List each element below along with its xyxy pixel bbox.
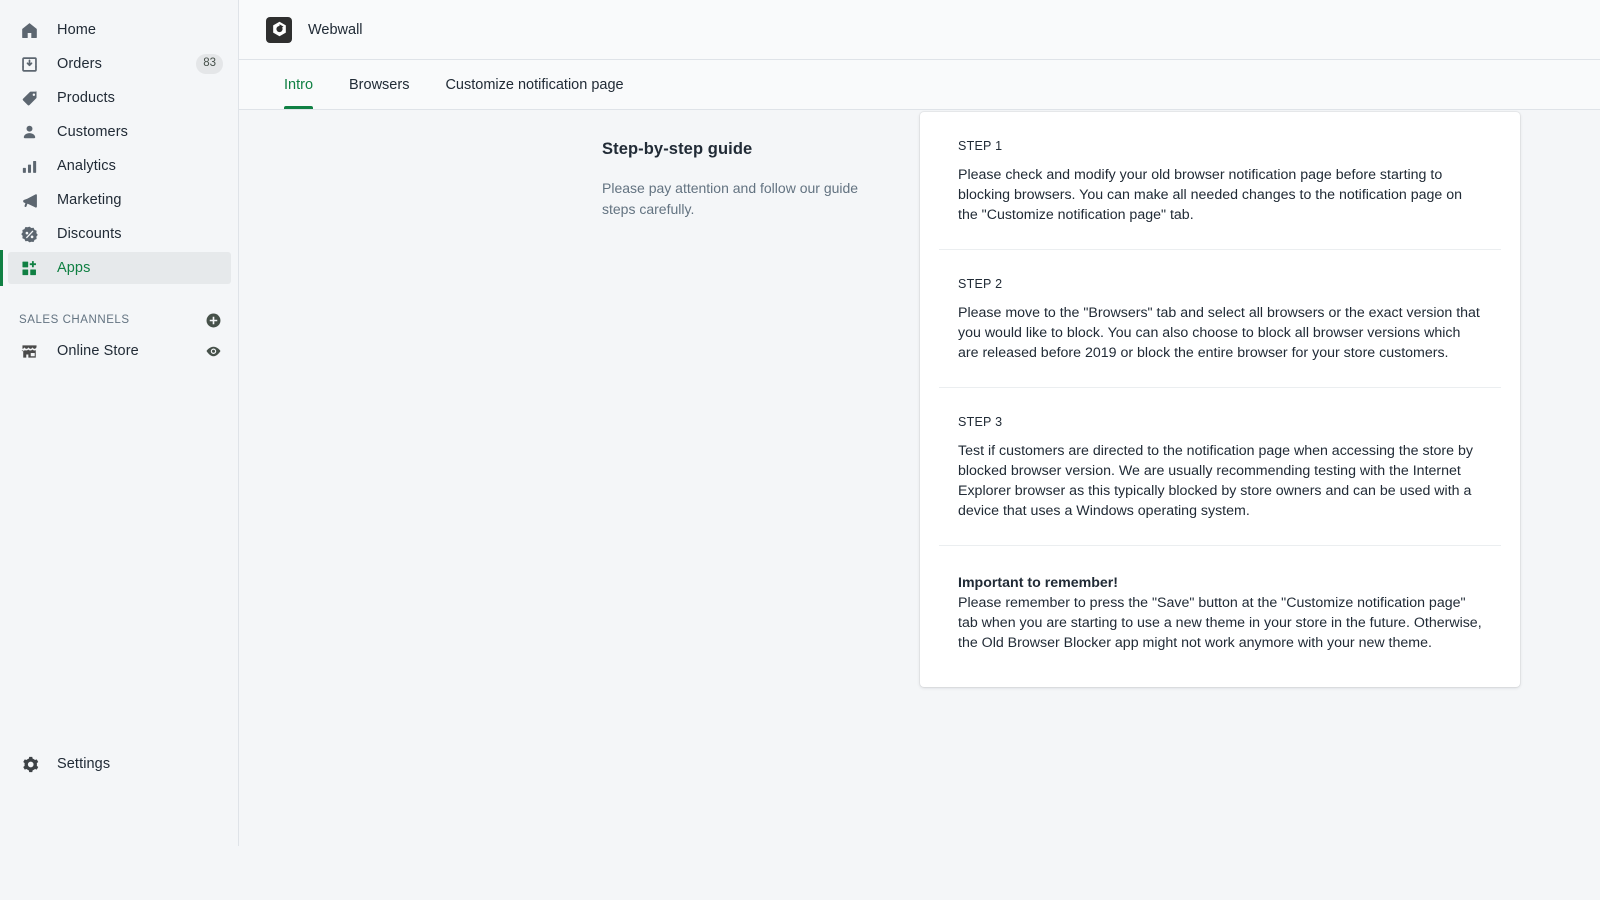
step-text: Test if customers are directed to the no… <box>958 441 1482 521</box>
step-label: STEP 3 <box>958 415 1482 429</box>
plus-circle-icon[interactable] <box>203 310 223 330</box>
guide-step: STEP 1 Please check and modify your old … <box>939 112 1501 250</box>
step-text: Please move to the "Browsers" tab and se… <box>958 303 1482 363</box>
tab-label: Browsers <box>349 77 409 93</box>
sidebar-item-products[interactable]: Products <box>8 82 231 114</box>
sidebar-footer: Settings <box>0 748 239 782</box>
gear-icon <box>19 754 39 774</box>
tab-label: Customize notification page <box>445 77 623 93</box>
page-title: Step-by-step guide <box>602 140 874 159</box>
sidebar-item-label: Apps <box>57 261 90 276</box>
page-content: Step-by-step guide Please pay attention … <box>239 110 1600 899</box>
sidebar-item-discounts[interactable]: Discounts <box>8 218 231 250</box>
guide-step: STEP 3 Test if customers are directed to… <box>939 388 1501 546</box>
tab-browsers[interactable]: Browsers <box>331 60 427 109</box>
marketing-megaphone-icon <box>19 190 39 210</box>
app-title: Webwall <box>308 22 363 38</box>
sidebar-item-analytics[interactable]: Analytics <box>8 150 231 182</box>
guide-description: Please pay attention and follow our guid… <box>602 178 874 220</box>
sales-channels-title: SALES CHANNELS <box>19 314 130 326</box>
sidebar-item-online-store[interactable]: Online Store <box>8 335 231 367</box>
products-tag-icon <box>19 88 39 108</box>
tab-customize-notification-page[interactable]: Customize notification page <box>427 60 641 109</box>
important-heading: Important to remember! <box>958 573 1482 593</box>
step-label: STEP 2 <box>958 277 1482 291</box>
app-root: Home Orders 83 <box>0 0 1600 900</box>
orders-icon <box>19 54 39 74</box>
sidebar-item-label: Orders <box>57 57 102 72</box>
sidebar-sales-channels-section: SALES CHANNELS Online Store <box>0 305 239 367</box>
sidebar-item-label: Products <box>57 91 115 106</box>
orders-count-badge: 83 <box>196 54 223 74</box>
storefront-icon <box>19 341 39 361</box>
sidebar-item-home[interactable]: Home <box>8 14 231 46</box>
tab-label: Intro <box>284 77 313 93</box>
discounts-percent-icon <box>19 224 39 244</box>
customers-person-icon <box>19 122 39 142</box>
sidebar-main-nav: Home Orders 83 <box>0 14 239 284</box>
apps-grid-plus-icon <box>19 258 39 278</box>
sidebar-item-label: Online Store <box>57 344 139 359</box>
sidebar-item-marketing[interactable]: Marketing <box>8 184 231 216</box>
step-label: STEP 1 <box>958 139 1482 153</box>
analytics-bars-icon <box>19 156 39 176</box>
sidebar-item-orders[interactable]: Orders 83 <box>8 48 231 80</box>
sales-channels-header: SALES CHANNELS <box>8 305 231 335</box>
guide-card: STEP 1 Please check and modify your old … <box>920 112 1520 687</box>
sidebar-item-label: Settings <box>57 757 110 772</box>
webwall-hexagon-logo-icon <box>266 17 292 43</box>
tab-bar: Intro Browsers Customize notification pa… <box>239 60 1600 110</box>
eye-icon[interactable] <box>203 341 223 361</box>
main-area: Webwall Intro Browsers Customize notific… <box>239 0 1600 900</box>
step-text: Please check and modify your old browser… <box>958 165 1482 225</box>
home-icon <box>19 20 39 40</box>
sidebar-item-label: Home <box>57 23 96 38</box>
sidebar-item-apps[interactable]: Apps <box>8 252 231 284</box>
sidebar-item-label: Analytics <box>57 159 116 174</box>
important-text: Please remember to press the "Save" butt… <box>958 593 1482 653</box>
sidebar-item-label: Discounts <box>57 227 122 242</box>
sidebar-item-settings[interactable]: Settings <box>8 748 231 780</box>
guide-important-note: Important to remember! Please remember t… <box>939 546 1501 687</box>
tab-intro[interactable]: Intro <box>266 60 331 109</box>
app-header: Webwall <box>239 0 1600 60</box>
sidebar-item-label: Customers <box>57 125 128 140</box>
sidebar: Home Orders 83 <box>0 0 239 900</box>
sidebar-item-label: Marketing <box>57 193 122 208</box>
guide-step: STEP 2 Please move to the "Browsers" tab… <box>939 250 1501 388</box>
guide-intro: Step-by-step guide Please pay attention … <box>602 140 874 220</box>
sidebar-item-customers[interactable]: Customers <box>8 116 231 148</box>
